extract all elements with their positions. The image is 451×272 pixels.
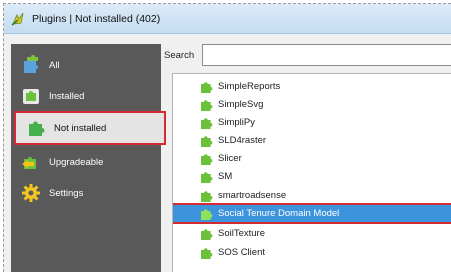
list-item[interactable]: smartroadsense	[173, 187, 451, 204]
sidebar-item-label: Installed	[49, 90, 85, 102]
list-item-label: SimpleSvg	[218, 99, 264, 110]
list-item[interactable]: SM	[173, 168, 451, 185]
category-sidebar: All Installed Not installed Upgradeable	[11, 44, 166, 272]
list-item-label: SOS Client	[218, 247, 265, 258]
plugin-list[interactable]: SimpleReports SimpleSvg SimpliPy SLD4ras…	[172, 73, 451, 272]
puzzle-not-installed-icon	[29, 121, 45, 136]
sidebar-item-installed[interactable]: Installed	[11, 81, 161, 111]
title-bar: Plugins | Not installed (402)	[4, 4, 451, 34]
plugin-icon	[201, 247, 213, 259]
gear-icon	[22, 184, 40, 202]
puzzle-installed-icon	[23, 89, 39, 104]
search-label: Search	[164, 49, 195, 61]
sidebar-item-settings[interactable]: Settings	[11, 178, 161, 208]
plugin-icon	[201, 228, 213, 240]
plugin-icon	[201, 135, 213, 147]
list-item[interactable]: SimpliPy	[173, 114, 451, 131]
list-item-label: smartroadsense	[218, 190, 287, 201]
list-item-label: SimpleReports	[218, 81, 281, 92]
plugin-icon	[201, 99, 213, 111]
list-item[interactable]: SoilTexture	[173, 225, 451, 242]
list-item-label: Social Tenure Domain Model	[218, 208, 340, 219]
plugin-icon	[201, 153, 213, 165]
plugin-icon	[201, 190, 213, 202]
search-row: Search	[164, 44, 202, 66]
search-input[interactable]	[202, 44, 451, 66]
list-item[interactable]: SLD4raster	[173, 132, 451, 149]
sidebar-item-not-installed[interactable]: Not installed	[14, 111, 166, 145]
sidebar-item-label: Not installed	[54, 122, 107, 134]
list-item-label: SimpliPy	[218, 117, 255, 128]
puzzle-all-icon	[24, 55, 38, 73]
window-title: Plugins | Not installed (402)	[32, 12, 161, 25]
list-item-label: SM	[218, 171, 233, 182]
puzzle-upgradeable-icon	[22, 157, 36, 169]
plugin-icon	[201, 117, 213, 129]
sidebar-item-label: All	[49, 59, 60, 71]
list-item-label: Slicer	[218, 153, 242, 164]
list-item[interactable]: SimpleReports	[173, 78, 451, 95]
sidebar-item-all[interactable]: All	[11, 50, 161, 80]
list-item-label: SLD4raster	[218, 135, 267, 146]
plugin-app-icon	[11, 12, 24, 26]
main-panel: Search SimpleReports SimpleSvg SimpliPy …	[164, 44, 451, 272]
plugins-dialog: Plugins | Not installed (402) All Instal…	[3, 3, 451, 272]
list-item-label: SoilTexture	[218, 228, 265, 239]
list-item[interactable]: Slicer	[173, 150, 451, 167]
plugin-icon	[201, 81, 213, 93]
sidebar-item-label: Upgradeable	[49, 156, 104, 168]
list-item-selected[interactable]: Social Tenure Domain Model	[173, 203, 451, 224]
list-item[interactable]: SOS Client	[173, 244, 451, 261]
sidebar-item-label: Settings	[49, 187, 84, 199]
sidebar-item-upgradeable[interactable]: Upgradeable	[11, 147, 161, 177]
plugin-icon	[201, 171, 213, 183]
plugin-icon	[201, 208, 213, 220]
list-item[interactable]: SimpleSvg	[173, 96, 451, 113]
